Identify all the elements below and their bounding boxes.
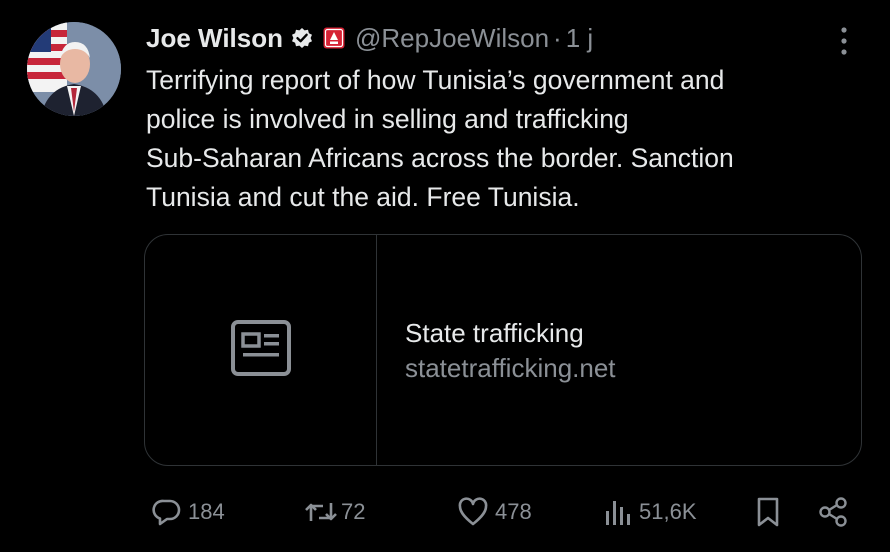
tweet-line: Tunisia and cut the aid. Free Tunisia. [146,182,580,212]
post-time[interactable]: 1 j [566,23,593,54]
tweet-line: Terrifying report of how Tunisia’s gover… [146,65,725,95]
author-name[interactable]: Joe Wilson [146,23,283,54]
verified-badge-icon[interactable] [291,27,313,49]
like-icon [457,497,489,527]
more-icon[interactable] [832,25,856,57]
author-handle[interactable]: @RepJoeWilson [355,23,549,54]
like-count: 478 [495,499,532,524]
tweet-line: Sub-Saharan Africans across the border. … [146,143,734,173]
views-button[interactable]: 51,6K [597,490,697,534]
affiliation-badge-icon[interactable] [323,27,345,49]
repost-count: 72 [341,499,366,524]
like-button[interactable]: 478 [451,490,532,534]
reply-icon [152,497,182,527]
card-thumbnail[interactable] [145,235,377,465]
reply-button[interactable]: 184 [146,490,225,534]
views-count: 51,6K [639,499,697,524]
share-button[interactable] [811,490,849,534]
share-icon [817,496,849,528]
views-icon [603,497,633,527]
card-info[interactable]: State trafficking statetrafficking.net [405,317,616,387]
link-card[interactable]: State trafficking statetrafficking.net [144,234,862,466]
tweet-line: police is involved in selling and traffi… [146,104,629,134]
card-title[interactable]: State trafficking [405,317,616,349]
bookmark-icon [754,496,782,528]
reply-count: 184 [188,499,225,524]
article-icon [230,319,291,381]
tweet-header: Joe Wilson @RepJoeWilson · 1 j [146,20,593,56]
tweet-text: Terrifying report of how Tunisia’s gover… [146,61,846,217]
card-domain[interactable]: statetrafficking.net [405,349,616,387]
action-bar: 184 72 478 51,6K [0,490,890,534]
repost-icon [303,497,339,527]
repost-button[interactable]: 72 [297,490,365,534]
bookmark-button[interactable] [748,490,782,534]
time-separator: · [553,22,562,53]
avatar[interactable] [27,22,121,116]
